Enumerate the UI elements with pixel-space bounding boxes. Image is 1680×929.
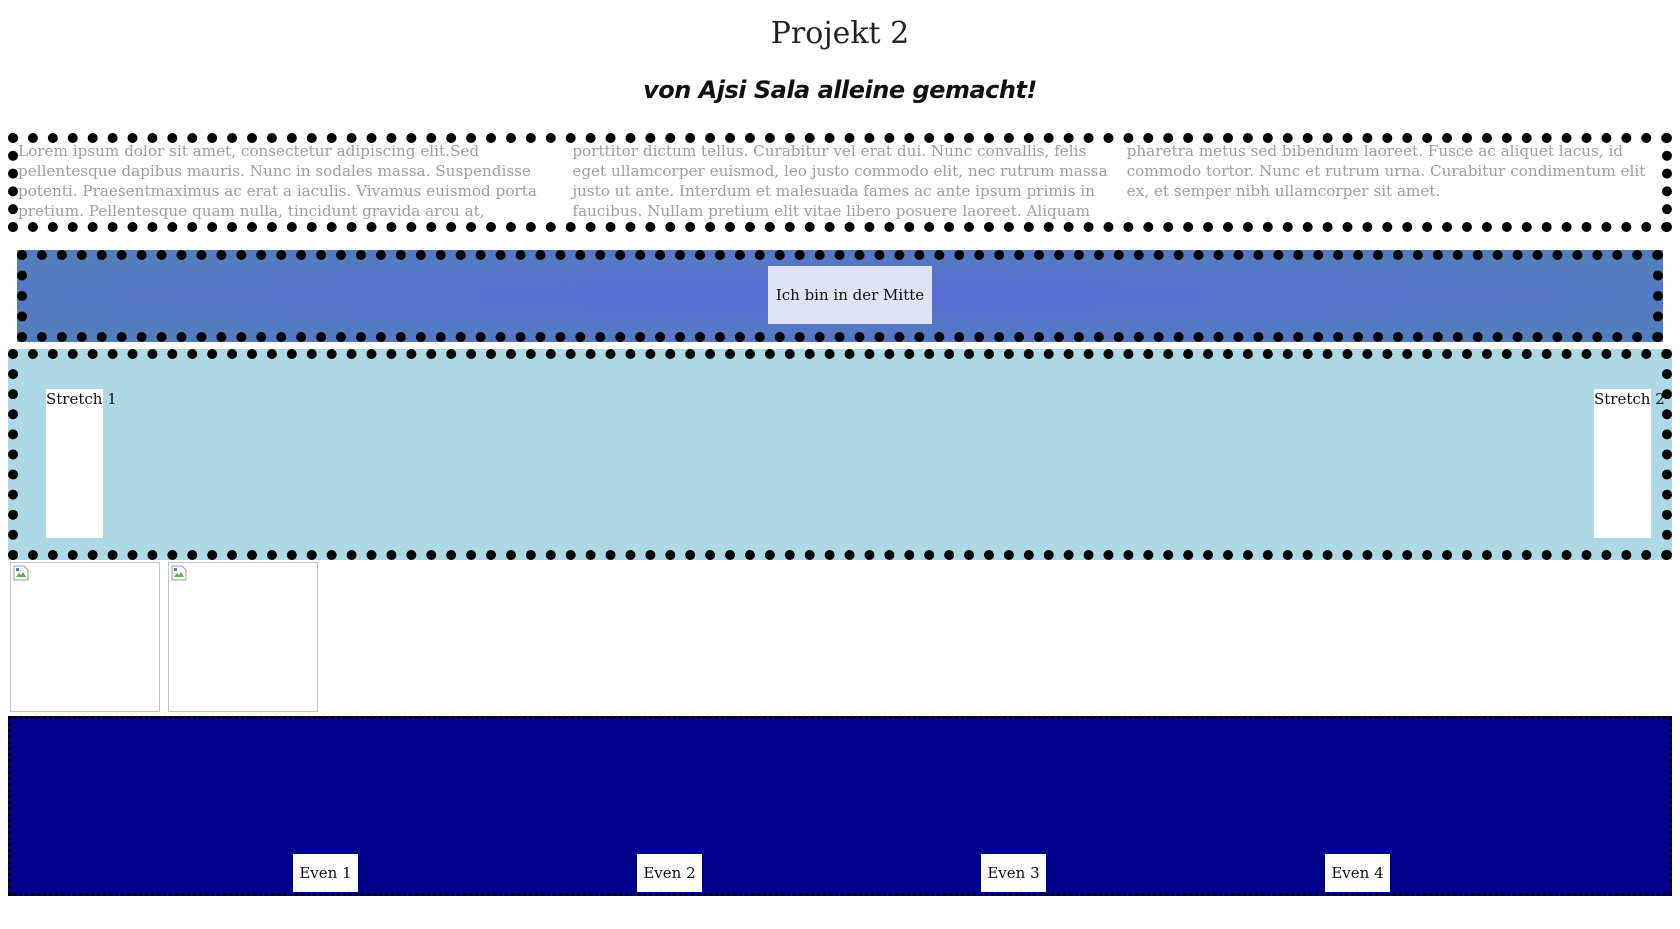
broken-image-icon xyxy=(171,565,187,581)
image-placeholder-1 xyxy=(10,562,160,712)
even-item-2: Even 2 xyxy=(637,854,702,892)
text-columns-section: Lorem ipsum dolor sit amet, consectetur … xyxy=(8,133,1672,232)
image-placeholder-2 xyxy=(168,562,318,712)
even-section: Even 1 Even 2 Even 3 Even 4 xyxy=(8,716,1672,896)
stretch-item-1: Stretch 1 xyxy=(46,389,117,538)
even-item-1: Even 1 xyxy=(293,854,358,892)
page-title: Projekt 2 xyxy=(770,16,910,51)
columns-text: Lorem ipsum dolor sit amet, consectetur … xyxy=(18,142,1646,220)
even-item-4: Even 4 xyxy=(1325,854,1390,892)
stretch-item-2: Stretch 2 xyxy=(1594,389,1665,538)
center-section: Ich bin in der Mitte xyxy=(17,250,1663,342)
stretch-section: Stretch 1 Stretch 2 xyxy=(8,349,1672,560)
even-item-3: Even 3 xyxy=(981,854,1046,892)
page-subtitle: von Ajsi Sala alleine gemacht! xyxy=(643,76,1037,104)
center-item: Ich bin in der Mitte xyxy=(768,266,932,324)
broken-image-icon xyxy=(13,565,29,581)
